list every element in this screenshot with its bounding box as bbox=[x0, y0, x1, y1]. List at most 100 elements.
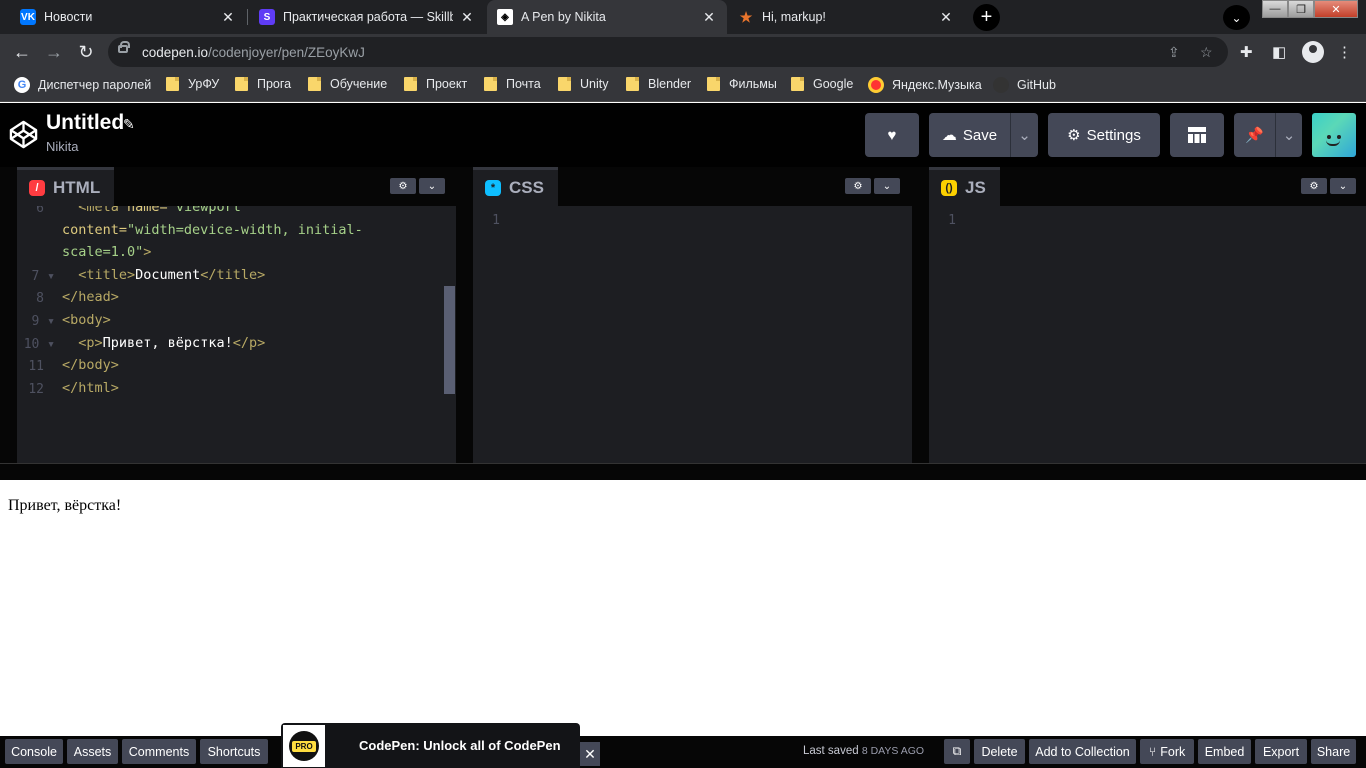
folder-icon bbox=[707, 77, 720, 91]
fork-button[interactable]: ⑂ Fork bbox=[1140, 739, 1194, 764]
editor-scrollbar[interactable] bbox=[444, 286, 455, 394]
forward-arrow-icon[interactable]: → bbox=[40, 38, 68, 66]
result-preview[interactable]: Привет, вёрстка! bbox=[0, 480, 1366, 736]
code-line[interactable]: </html> bbox=[62, 380, 119, 396]
share-button[interactable]: Share bbox=[1311, 739, 1356, 764]
chevron-down-icon: ⌄ bbox=[427, 180, 437, 192]
bookmark-star-icon[interactable]: ☆ bbox=[1200, 44, 1213, 61]
browser-tab-markup[interactable]: ★ Hi, markup! ✕ bbox=[728, 0, 964, 34]
last-saved-ago: 8 DAYS AGO bbox=[861, 745, 925, 757]
code-line[interactable]: </body> bbox=[62, 357, 119, 373]
editor-header: * CSS ⚙ ⌄ bbox=[473, 167, 912, 206]
preview-resize-bar[interactable] bbox=[0, 463, 1366, 480]
minimize-button[interactable]: — bbox=[1262, 0, 1288, 18]
comments-button[interactable]: Comments bbox=[122, 739, 196, 764]
code-line[interactable]: <meta name="viewport" bbox=[62, 206, 249, 215]
editor-resizer[interactable] bbox=[912, 167, 929, 463]
pin-button[interactable]: 📌 bbox=[1234, 113, 1275, 157]
bookmark-yandex-music[interactable]: Яндекс.Музыка bbox=[868, 77, 982, 93]
side-panel-icon[interactable]: ◧ bbox=[1272, 43, 1286, 61]
export-button[interactable]: Export bbox=[1255, 739, 1307, 764]
code-line[interactable]: content="width=device-width, initial- bbox=[62, 222, 363, 238]
codepen-logo-icon[interactable] bbox=[8, 119, 39, 150]
close-icon[interactable]: ✕ bbox=[459, 9, 475, 26]
code-area[interactable]: 6 <meta name="viewport" content="width=de… bbox=[17, 206, 444, 463]
window-close-button[interactable]: ✕ bbox=[1314, 0, 1358, 18]
bookmark-password-manager[interactable]: G Диспетчер паролей bbox=[14, 77, 151, 93]
code-line[interactable]: <p>Привет, вёрстка!</p> bbox=[62, 335, 265, 351]
editor-collapse-button[interactable]: ⌄ bbox=[1330, 178, 1356, 194]
browser-tab-codepen[interactable]: ◈ A Pen by Nikita ✕ bbox=[487, 0, 727, 34]
editor-resizer[interactable] bbox=[456, 167, 473, 463]
promo-close-button[interactable]: ✕ bbox=[580, 742, 600, 766]
bookmark-folder-urfu[interactable]: УрФУ bbox=[166, 77, 219, 91]
save-dropdown-button[interactable]: ⌄ bbox=[1011, 113, 1038, 157]
external-link-icon: ⧉ bbox=[952, 744, 962, 758]
extensions-puzzle-icon[interactable]: ✚ bbox=[1240, 43, 1253, 61]
reload-icon[interactable]: ↻ bbox=[72, 38, 100, 66]
js-editor[interactable]: () JS ⚙ ⌄ 1 bbox=[929, 167, 1366, 463]
line-number: 7 ▾ bbox=[31, 268, 55, 284]
js-lang-icon: () bbox=[941, 180, 957, 196]
code-line[interactable]: </head> bbox=[62, 289, 119, 305]
pen-title[interactable]: Untitled bbox=[46, 111, 124, 135]
back-arrow-icon[interactable]: ← bbox=[8, 38, 36, 66]
editor-settings-button[interactable]: ⚙ bbox=[845, 178, 871, 194]
close-icon[interactable]: ✕ bbox=[701, 9, 717, 26]
bookmark-github[interactable]: GitHub bbox=[993, 77, 1056, 93]
save-button[interactable]: ☁ Save bbox=[929, 113, 1010, 157]
address-bar[interactable]: codepen.io/codenjoyer/pen/ZEoyKwJ ⇪ ☆ bbox=[108, 37, 1228, 67]
bookmark-folder-mail[interactable]: Почта bbox=[484, 77, 541, 91]
heart-icon: ♥ bbox=[887, 126, 897, 144]
profile-avatar-icon[interactable] bbox=[1302, 41, 1324, 63]
change-view-button[interactable] bbox=[1170, 113, 1224, 157]
assets-button[interactable]: Assets bbox=[67, 739, 118, 764]
bookmark-folder-project[interactable]: Проект bbox=[404, 77, 467, 91]
editor-resizer[interactable] bbox=[0, 167, 17, 463]
shortcuts-button[interactable]: Shortcuts bbox=[200, 739, 268, 764]
close-icon[interactable]: ✕ bbox=[938, 9, 954, 26]
tab-title: Hi, markup! bbox=[762, 10, 826, 24]
pin-dropdown-button[interactable]: ⌄ bbox=[1276, 113, 1302, 157]
gear-icon: ⚙ bbox=[1067, 127, 1081, 144]
js-editor-tab[interactable]: () JS bbox=[929, 167, 1000, 206]
delete-button[interactable]: Delete bbox=[974, 739, 1025, 764]
user-avatar[interactable] bbox=[1312, 113, 1356, 157]
close-icon[interactable]: ✕ bbox=[220, 9, 236, 26]
bookmark-folder-proga[interactable]: Прога bbox=[235, 77, 291, 91]
editor-settings-button[interactable]: ⚙ bbox=[390, 178, 416, 194]
html-editor[interactable]: / HTML ⚙ ⌄ 6 <meta name="viewport" conten… bbox=[17, 167, 456, 463]
pro-promo-banner[interactable]: PRO CodePen: Unlock all of CodePen bbox=[281, 723, 580, 768]
maximize-button[interactable]: ❐ bbox=[1288, 0, 1314, 18]
css-editor[interactable]: * CSS ⚙ ⌄ 1 bbox=[473, 167, 912, 463]
css-editor-tab[interactable]: * CSS bbox=[473, 167, 558, 206]
editor-collapse-button[interactable]: ⌄ bbox=[874, 178, 900, 194]
love-button[interactable]: ♥ bbox=[865, 113, 919, 157]
bookmark-folder-google[interactable]: Google bbox=[791, 77, 853, 91]
new-tab-button[interactable]: + bbox=[973, 4, 1000, 31]
code-line[interactable]: scale=1.0"> bbox=[62, 244, 151, 260]
tab-search-button[interactable]: ⌄ bbox=[1223, 5, 1250, 30]
browser-tab-vk[interactable]: VK Новости ✕ bbox=[10, 0, 246, 34]
bookmark-folder-unity[interactable]: Unity bbox=[558, 77, 608, 91]
menu-kebab-icon[interactable]: ⋮ bbox=[1337, 43, 1352, 61]
embed-button[interactable]: Embed bbox=[1198, 739, 1251, 764]
editor-label: CSS bbox=[509, 178, 544, 197]
star-icon: ★ bbox=[738, 8, 754, 25]
share-icon[interactable]: ⇪ bbox=[1168, 44, 1180, 61]
bookmark-folder-blender[interactable]: Blender bbox=[626, 77, 691, 91]
code-line[interactable]: <title>Document</title> bbox=[62, 267, 265, 283]
add-to-collection-button[interactable]: Add to Collection bbox=[1029, 739, 1136, 764]
bookmark-folder-learning[interactable]: Обучение bbox=[308, 77, 387, 91]
bookmark-folder-films[interactable]: Фильмы bbox=[707, 77, 777, 91]
browser-tab-skillbox[interactable]: S Практическая работа — Skillbox ✕ bbox=[249, 0, 485, 34]
settings-button[interactable]: ⚙ Settings bbox=[1048, 113, 1160, 157]
editor-settings-button[interactable]: ⚙ bbox=[1301, 178, 1327, 194]
html-editor-tab[interactable]: / HTML bbox=[17, 167, 115, 206]
code-line[interactable]: <body> bbox=[62, 312, 111, 328]
edit-pencil-icon[interactable]: ✎ bbox=[123, 116, 135, 133]
open-external-button[interactable]: ⧉ bbox=[944, 739, 970, 764]
pen-author[interactable]: Nikita bbox=[46, 139, 79, 154]
editor-collapse-button[interactable]: ⌄ bbox=[419, 178, 445, 194]
console-button[interactable]: Console bbox=[5, 739, 63, 764]
